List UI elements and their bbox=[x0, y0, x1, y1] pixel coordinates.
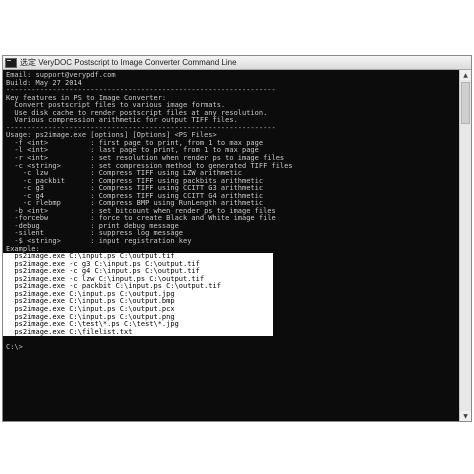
command-prompt[interactable]: C:\> bbox=[6, 343, 459, 352]
scroll-down-arrow-icon[interactable]: ▼ bbox=[460, 411, 471, 421]
console-output[interactable]: Email: support@verypdf.com Build: May 27 … bbox=[3, 70, 459, 421]
console-window: 选定 VeryDOC Postscript to Image Converter… bbox=[2, 55, 472, 422]
selected-example-line: ps2image.exe C:\filelist.txt bbox=[3, 328, 273, 337]
scroll-thumb[interactable] bbox=[461, 82, 470, 124]
console-app-icon bbox=[5, 57, 17, 68]
scroll-up-arrow-icon[interactable]: ▲ bbox=[460, 70, 471, 80]
console-line: -$ <string> : input registration key bbox=[6, 237, 192, 246]
vertical-scrollbar[interactable]: ▲ ▼ bbox=[459, 70, 471, 421]
title-bar[interactable]: 选定 VeryDOC Postscript to Image Converter… bbox=[3, 56, 471, 70]
window-title: 选定 VeryDOC Postscript to Image Converter… bbox=[20, 58, 237, 67]
